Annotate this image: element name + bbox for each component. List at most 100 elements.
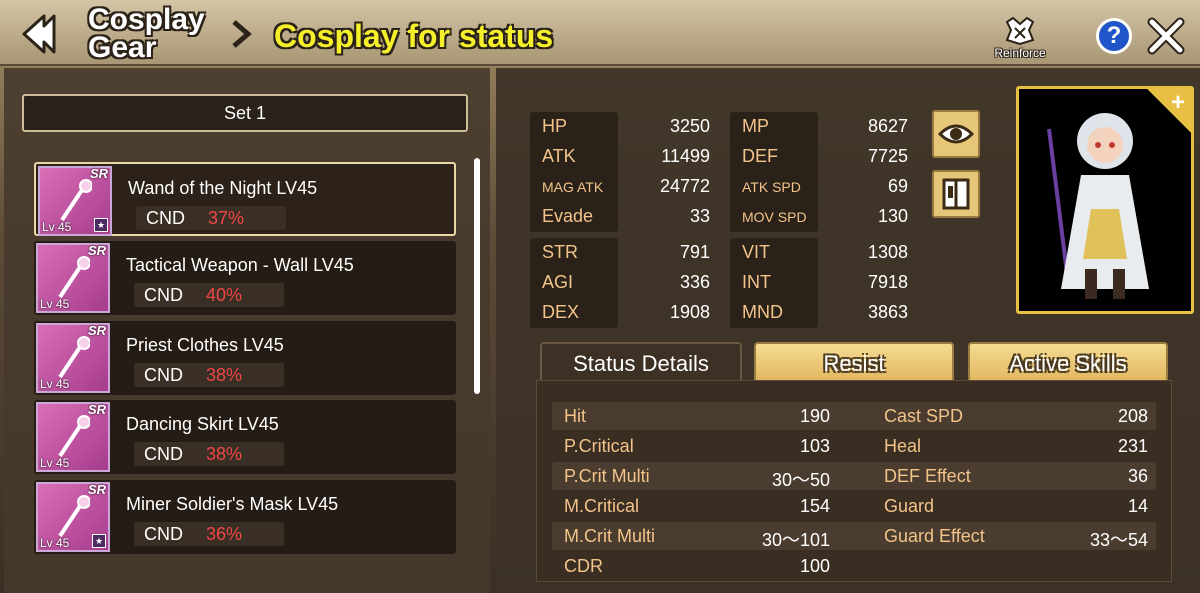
tab-status-details[interactable]: Status Details	[540, 342, 742, 382]
help-button[interactable]: ?	[1096, 18, 1132, 54]
stat-row: MND 3863	[0, 298, 908, 328]
tab-active-skills[interactable]: Active Skills	[968, 342, 1168, 382]
mask-icon	[58, 495, 90, 538]
detail-label: Heal	[884, 436, 922, 456]
rarity-badge: SR	[87, 243, 106, 258]
skirt-icon	[58, 415, 90, 458]
gear-level: Lv 45	[42, 220, 72, 234]
page-title: Cosplay for status	[274, 18, 554, 54]
gear-thumbnail: SR Lv 45 ★	[38, 166, 112, 236]
detail-label: Guard Effect	[884, 526, 985, 546]
stat-value: 3863	[867, 302, 908, 322]
stat-value: 336	[679, 272, 710, 292]
gear-name: Wand of the Night LV45	[128, 178, 318, 198]
detail-label: M.Critical	[564, 496, 639, 516]
stat-label: INT	[742, 272, 771, 292]
reinforce-icon	[1005, 16, 1035, 46]
eye-icon	[937, 124, 975, 144]
stat-label: MND	[742, 302, 783, 322]
stat-value: 8627	[867, 116, 908, 136]
stat-row: MOV SPD 130	[0, 202, 908, 232]
detail-row: P.Critical 103 Heal 231	[552, 432, 1156, 460]
rarity-badge: SR	[87, 482, 106, 497]
detail-row: M.Crit Multi 30～101 Guard Effect 33～54	[552, 522, 1156, 550]
breadcrumb-line1: Cosplay	[88, 3, 205, 36]
detail-value: 33～54	[1089, 530, 1148, 550]
add-portrait-button[interactable]: +	[1147, 89, 1191, 133]
detail-row: CDR 100	[552, 552, 1156, 580]
stat-value: 24772	[659, 176, 710, 196]
detail-label: CDR	[564, 556, 603, 576]
stat-row: DEF 7725	[0, 142, 908, 172]
cnd-value: 38%	[206, 365, 243, 385]
stat-label: DEX	[542, 302, 580, 322]
detail-label: P.Critical	[564, 436, 634, 456]
stat-label: MAG ATK	[542, 179, 604, 195]
star-icon: ★	[94, 218, 108, 232]
character-portrait[interactable]: +	[1016, 86, 1194, 314]
gear-level: Lv 45	[40, 536, 70, 550]
cnd-box: CND 37%	[136, 206, 286, 230]
gear-row[interactable]: SR Lv 45 ★ Miner Soldier's Mask LV45 CND 36%	[34, 480, 456, 554]
rarity-badge: SR	[87, 402, 106, 417]
clothes-icon	[58, 336, 90, 379]
breadcrumb-line2: Gear	[88, 31, 157, 64]
stat-label: Evade	[542, 206, 594, 226]
detail-label: DEF Effect	[884, 466, 971, 486]
stat-label: AGI	[542, 272, 574, 292]
gear-name: Priest Clothes LV45	[126, 335, 284, 355]
help-icon: ?	[1106, 22, 1122, 49]
detail-value: 208	[1117, 406, 1148, 426]
back-arrow-icon	[22, 14, 56, 54]
back-button[interactable]	[14, 10, 62, 58]
detail-value: 100	[799, 556, 830, 576]
detail-label: Guard	[884, 496, 935, 516]
cnd-box: CND 38%	[134, 442, 284, 466]
view-button[interactable]	[932, 110, 980, 158]
cnd-value: 36%	[206, 524, 243, 544]
close-button[interactable]	[1146, 16, 1186, 56]
gear-name: Dancing Skirt LV45	[126, 414, 279, 434]
gear-thumbnail: SR Lv 45	[36, 323, 110, 393]
stat-value: 69	[887, 176, 908, 196]
close-icon	[1147, 17, 1185, 55]
detail-label: M.Crit Multi	[564, 526, 655, 546]
gear-thumbnail: SR Lv 45 ★	[36, 482, 110, 552]
stat-value: 3250	[669, 116, 710, 136]
stat-label: DEF	[742, 146, 778, 166]
stat-label: ATK SPD	[742, 179, 801, 195]
breadcrumb[interactable]: Cosplay Gear	[88, 3, 228, 64]
set-selector[interactable]: Set 1	[22, 94, 468, 132]
detail-label: P.Crit Multi	[564, 466, 650, 486]
gear-level: Lv 45	[40, 377, 70, 391]
gear-thumbnail: SR Lv 45	[36, 243, 110, 313]
stat-row: MP 8627	[0, 112, 908, 142]
cnd-box: CND 40%	[134, 283, 284, 307]
wardrobe-button[interactable]	[932, 170, 980, 218]
cnd-label: CND	[144, 444, 183, 464]
chevron-right-icon	[228, 18, 254, 50]
detail-row: P.Crit Multi 30～50 DEF Effect 36	[552, 462, 1156, 490]
cnd-value: 40%	[206, 285, 243, 305]
cnd-value: 38%	[206, 444, 243, 464]
gear-row[interactable]: SR Lv 45 ★ Wand of the Night LV45 CND 37%	[34, 162, 456, 236]
gear-row[interactable]: SR Lv 45 Tactical Weapon - Wall LV45 CND 40%	[34, 241, 456, 315]
detail-value: 14	[1127, 496, 1148, 516]
gear-level: Lv 45	[40, 297, 70, 311]
cnd-box: CND 36%	[134, 522, 284, 546]
detail-value: 30～50	[771, 470, 830, 490]
detail-value: 36	[1127, 466, 1148, 486]
stat-row: ATK SPD 69	[0, 172, 908, 202]
gear-list-scrollbar[interactable]	[474, 158, 480, 394]
cnd-label: CND	[144, 524, 183, 544]
stat-label: MOV SPD	[742, 209, 807, 225]
stat-value: 1908	[669, 302, 710, 322]
detail-row: M.Critical 154 Guard 14	[552, 492, 1156, 520]
detail-value: 154	[799, 496, 830, 516]
stat-value: 7918	[867, 272, 908, 292]
stat-value: 7725	[867, 146, 908, 166]
tab-resist[interactable]: Resist	[754, 342, 954, 382]
gear-row[interactable]: SR Lv 45 Dancing Skirt LV45 CND 38%	[34, 400, 456, 474]
gear-row[interactable]: SR Lv 45 Priest Clothes LV45 CND 38%	[34, 321, 456, 395]
reinforce-button[interactable]: Reinforce	[988, 14, 1052, 62]
